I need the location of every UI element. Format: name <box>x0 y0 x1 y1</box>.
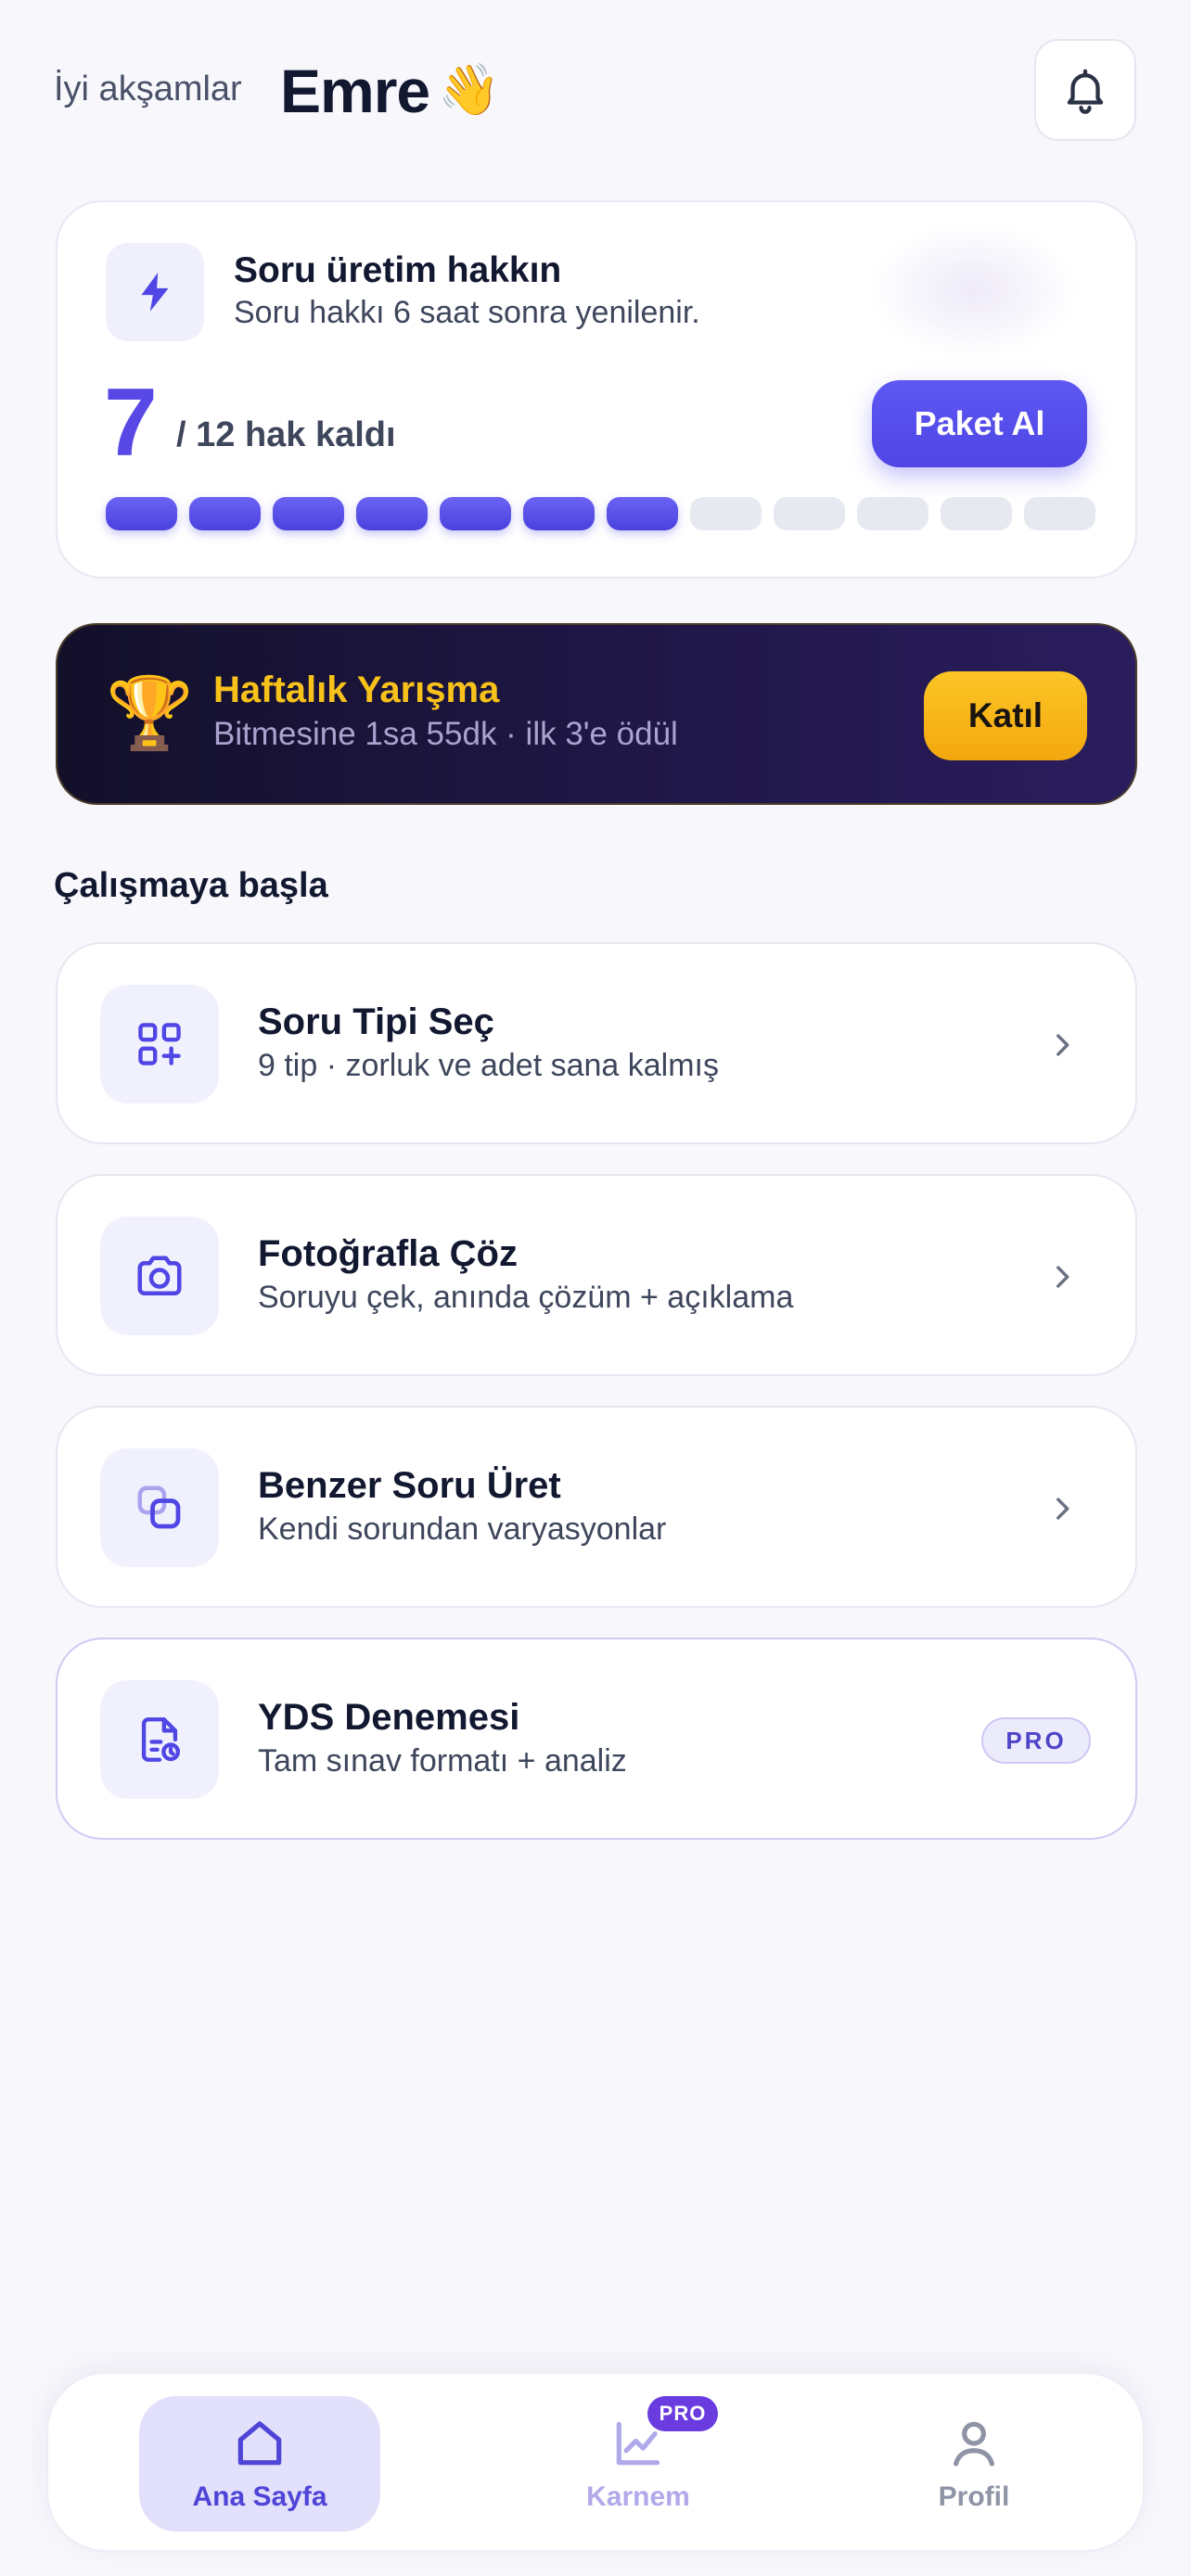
card-subtitle: Kendi sorundan varyasyonlar <box>258 1511 667 1547</box>
camera-icon <box>137 1256 182 1295</box>
notifications-button[interactable] <box>1034 39 1136 141</box>
quota-segment-filled <box>106 497 177 530</box>
quota-subtitle: Soru hakkı 6 saat sonra yenilenir. <box>234 295 700 330</box>
exam-file-icon <box>141 1717 180 1762</box>
chevron-right-icon <box>1041 1487 1083 1530</box>
competition-title: Haftalık Yarışma <box>213 670 500 710</box>
nav-home-label: Ana Sayfa <box>192 2481 327 2512</box>
quota-segment-empty <box>774 497 845 530</box>
card-title: YDS Denemesi <box>258 1697 520 1738</box>
bolt-icon <box>141 273 169 312</box>
copy-icon <box>137 1486 181 1529</box>
quota-segment-filled <box>356 497 428 530</box>
section-title: Çalışmaya başla <box>54 866 328 905</box>
card-subtitle: 9 tip · zorluk ve adet sana kalmış <box>258 1048 720 1083</box>
quota-remaining: 7 <box>104 369 158 477</box>
card-subtitle: Tam sınav formatı + analiz <box>258 1743 627 1779</box>
quota-segment-filled <box>440 497 511 530</box>
pro-badge: PRO <box>981 1717 1091 1764</box>
quota-segment-filled <box>189 497 261 530</box>
quota-segment-empty <box>941 497 1012 530</box>
username: Emre <box>280 57 430 125</box>
nav-karnem-label: Karnem <box>586 2481 690 2512</box>
nav-pro-badge: PRO <box>647 2396 718 2431</box>
bolt-icon-box <box>106 243 204 341</box>
nav-home[interactable]: Ana Sayfa <box>139 2396 380 2531</box>
similar-question-card[interactable]: Benzer Soru Üret Kendi sorundan varyasyo… <box>56 1406 1137 1608</box>
chevron-right-icon <box>1041 1256 1083 1298</box>
quota-segment-empty <box>1024 497 1095 530</box>
greeting-text: İyi akşamlar <box>54 70 242 108</box>
copy-icon-box <box>100 1448 219 1567</box>
competition-subtitle: Bitmesine 1sa 55dk · ilk 3'e ödül <box>213 716 678 752</box>
quota-segment-empty <box>857 497 928 530</box>
quota-total: / 12 hak kaldı <box>176 415 396 454</box>
quota-segment-filled <box>523 497 595 530</box>
card-title: Benzer Soru Üret <box>258 1465 561 1506</box>
card-subtitle: Soruyu çek, anında çözüm + açıklama <box>258 1280 794 1315</box>
nav-profile[interactable]: Profil <box>864 2396 1083 2531</box>
yds-exam-card[interactable]: YDS Denemesi Tam sınav formatı + analiz … <box>56 1638 1137 1840</box>
quota-segment-filled <box>607 497 678 530</box>
question-quota-card: Soru üretim hakkın Soru hakkı 6 saat son… <box>56 200 1137 579</box>
user-icon <box>954 2421 994 2467</box>
trophy-icon: 🏆 <box>106 674 194 753</box>
weekly-competition-banner[interactable]: 🏆 Haftalık Yarışma Bitmesine 1sa 55dk · … <box>56 623 1137 805</box>
exam-file-icon-box <box>100 1680 219 1799</box>
quota-progress-bar <box>106 497 1095 530</box>
chevron-right-icon <box>1041 1024 1083 1066</box>
card-title: Fotoğrafla Çöz <box>258 1233 518 1274</box>
choose-question-type-card[interactable]: Soru Tipi Seç 9 tip · zorluk ve adet san… <box>56 942 1137 1144</box>
quota-segment-filled <box>273 497 344 530</box>
home-icon <box>237 2421 282 2466</box>
join-competition-button[interactable]: Katıl <box>924 671 1087 760</box>
quota-title: Soru üretim hakkın <box>234 250 562 290</box>
grid-plus-icon <box>138 1023 181 1065</box>
nav-profile-label: Profil <box>938 2481 1010 2512</box>
card-title: Soru Tipi Seç <box>258 1001 494 1042</box>
solve-with-photo-card[interactable]: Fotoğrafla Çöz Soruyu çek, anında çözüm … <box>56 1174 1137 1376</box>
bell-icon <box>1067 69 1104 114</box>
grid-plus-icon-box <box>100 985 219 1103</box>
wave-emoji: 👋 <box>438 62 501 118</box>
quota-segment-empty <box>690 497 762 530</box>
bottom-navigation: Ana Sayfa Karnem PRO Profil <box>46 2372 1145 2552</box>
camera-icon-box <box>100 1217 219 1335</box>
buy-package-button[interactable]: Paket Al <box>872 380 1087 467</box>
